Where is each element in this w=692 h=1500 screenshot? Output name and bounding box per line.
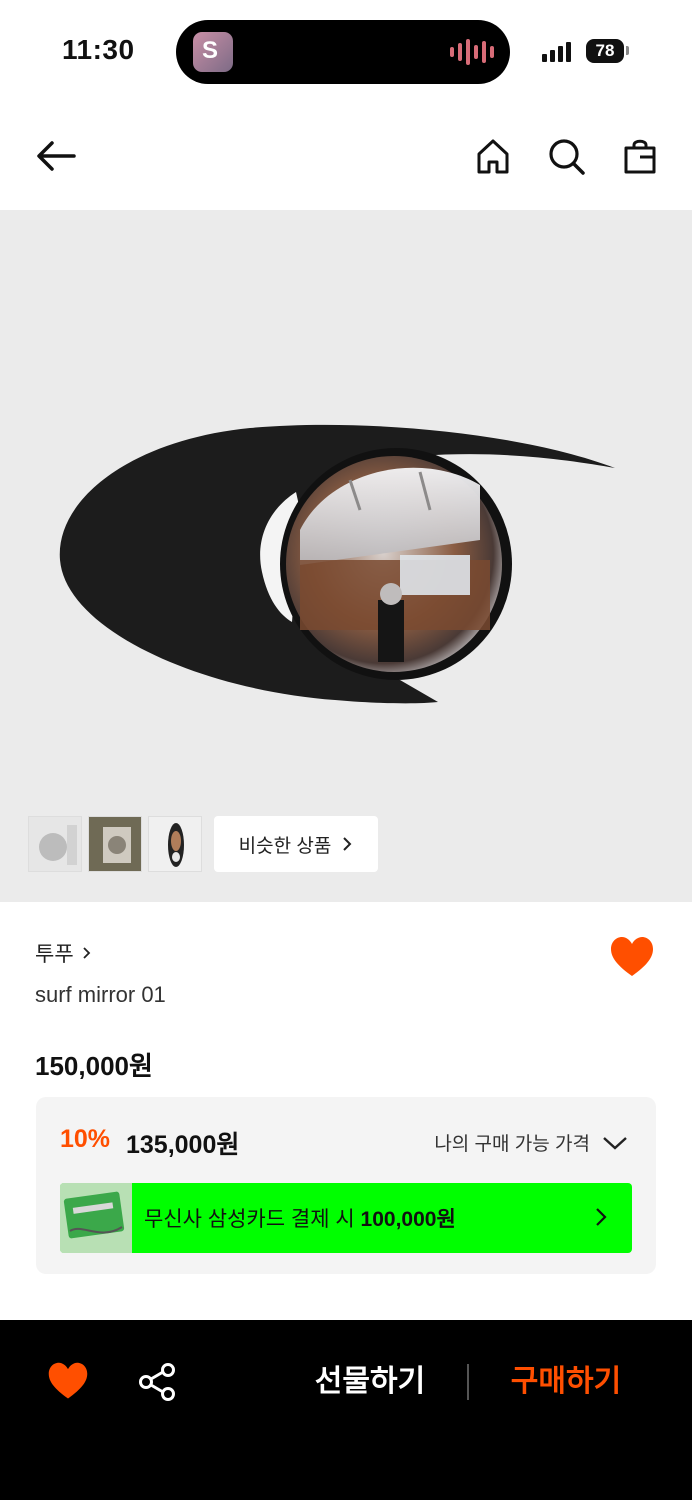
arrow-left-icon [37, 141, 76, 171]
audio-wave-icon [450, 38, 494, 66]
home-icon [477, 139, 509, 174]
card-offer-prefix: 무신사 삼성카드 결제 시 [144, 1208, 355, 1231]
top-navigation [0, 110, 692, 206]
thumbnail-image [29, 817, 81, 871]
card-offer-amount: 100,000원 [360, 1208, 456, 1231]
chevron-right-icon [343, 837, 352, 851]
heart-icon [611, 937, 653, 976]
discount-rate: 10% [60, 1125, 111, 1153]
chevron-right-icon [83, 947, 90, 959]
brand-link[interactable]: 투푸 [35, 938, 92, 968]
share-icon [139, 1363, 175, 1401]
my-price-toggle[interactable]: 나의 구매 가능 가격 [434, 1129, 628, 1156]
similar-products-label: 비슷한 상품 [238, 835, 332, 857]
gift-button[interactable]: 선물하기 [300, 1360, 440, 1404]
chevron-down-icon [603, 1136, 627, 1150]
search-button[interactable] [542, 132, 590, 180]
bottom-action-bar: 선물하기 구매하기 [0, 1320, 692, 1500]
original-price: 150,000원 [35, 1051, 153, 1081]
divider [467, 1364, 469, 1400]
thumbnail-1[interactable] [28, 816, 82, 872]
thumbnail-image [89, 817, 141, 871]
product-image-gallery[interactable]: 비슷한 상품 [0, 210, 692, 902]
card-image-graphic [60, 1183, 132, 1253]
my-price-label: 나의 구매 가능 가격 [434, 1134, 590, 1155]
like-button[interactable] [608, 934, 656, 982]
product-image [59, 424, 616, 704]
card-offer-banner[interactable]: 무신사 삼성카드 결제 시 100,000원 [60, 1183, 632, 1253]
now-playing-app-icon: S [193, 32, 233, 72]
brand-name: 투푸 [35, 943, 74, 966]
card-image [60, 1183, 132, 1253]
discount-price: 135,000원 [126, 1131, 240, 1159]
chevron-right-icon [596, 1208, 607, 1226]
status-bar: 11:30 S 78 [0, 0, 692, 100]
cellular-signal-icon [542, 40, 571, 62]
share-button[interactable] [136, 1360, 180, 1404]
home-button[interactable] [469, 132, 517, 180]
bottom-like-button[interactable] [46, 1360, 90, 1404]
battery-icon: 78 [586, 39, 624, 63]
status-time: 11:30 [62, 34, 135, 65]
thumbnail-2[interactable] [88, 816, 142, 872]
thumbnail-image [149, 817, 201, 871]
dynamic-island: S [176, 20, 510, 84]
shopping-bag-icon [624, 139, 656, 174]
cart-button[interactable] [616, 132, 664, 180]
discount-price-box: 10% 135,000원 나의 구매 가능 가격 무신사 삼성카드 결제 시 1… [36, 1097, 656, 1274]
card-offer-text: 무신사 삼성카드 결제 시 100,000원 [144, 1203, 456, 1233]
similar-products-button[interactable]: 비슷한 상품 [214, 816, 378, 872]
product-name: surf mirror 01 [35, 982, 166, 1007]
heart-icon [48, 1362, 88, 1399]
thumbnail-3[interactable] [148, 816, 202, 872]
search-icon [549, 139, 585, 175]
battery-nub [626, 46, 629, 55]
back-button[interactable] [32, 132, 80, 180]
buy-button[interactable]: 구매하기 [496, 1360, 636, 1404]
thumbnail-strip: 비슷한 상품 [28, 816, 378, 872]
